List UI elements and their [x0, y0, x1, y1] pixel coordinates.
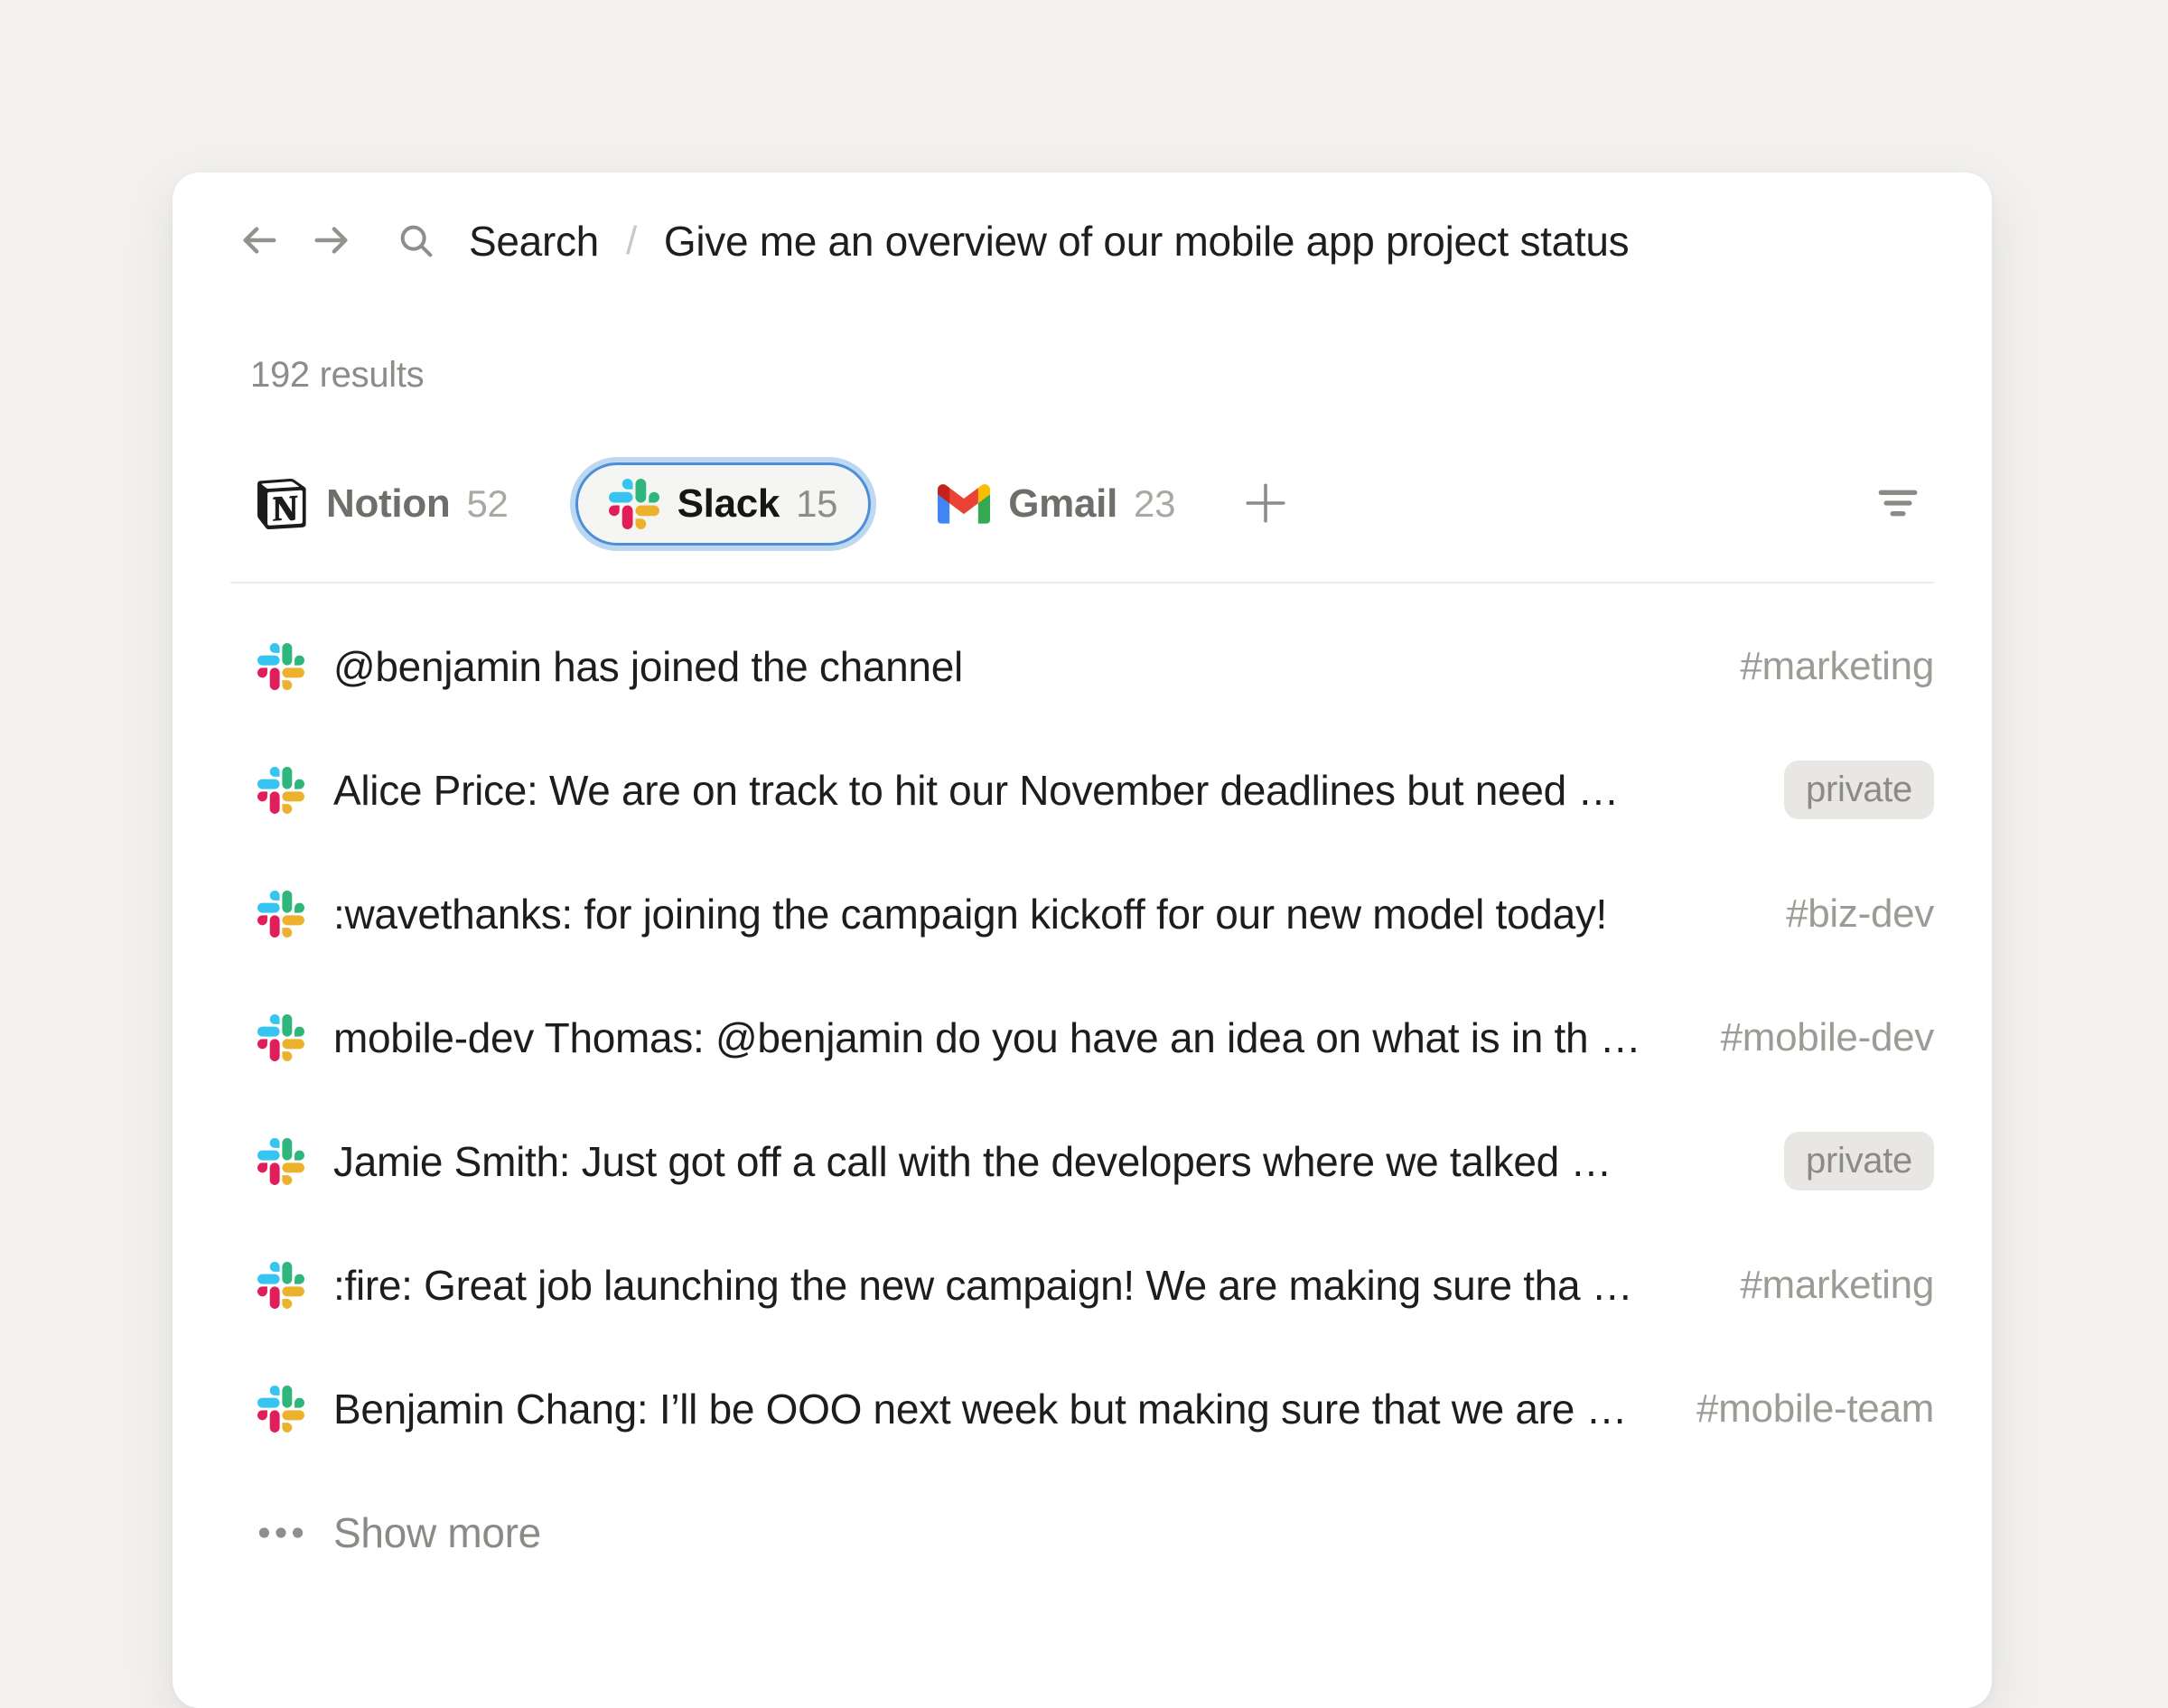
show-more-label: Show more [333, 1508, 541, 1557]
back-button[interactable] [236, 218, 283, 265]
channel-tag: #mobile-dev [1721, 1015, 1934, 1060]
slack-icon [257, 1386, 304, 1433]
tab-label: Gmail [1008, 481, 1117, 527]
search-query[interactable]: Give me an overview of our mobile app pr… [664, 217, 1629, 266]
search-bar: Search / Give me an overview of our mobi… [230, 212, 1934, 270]
tab-count: 23 [1134, 482, 1175, 526]
private-badge: private [1784, 761, 1934, 819]
result-text: Jamie Smith: Just got off a call with th… [333, 1137, 1748, 1186]
result-text: Alice Price: We are on track to hit our … [333, 766, 1748, 815]
tab-count: 52 [466, 482, 508, 526]
result-text: :wavethanks: for joining the campaign ki… [333, 890, 1750, 938]
slack-icon [257, 767, 304, 814]
channel-tag: #mobile-team [1696, 1386, 1934, 1432]
result-row[interactable]: :wavethanks: for joining the campaign ki… [257, 852, 1934, 975]
slack-icon [257, 1014, 304, 1061]
result-row[interactable]: Alice Price: We are on track to hit our … [257, 728, 1934, 852]
slack-icon [609, 479, 659, 529]
arrow-left-icon [238, 219, 280, 264]
result-row[interactable]: Jamie Smith: Just got off a call with th… [257, 1099, 1934, 1223]
tab-notion[interactable]: Notion 52 [257, 462, 509, 546]
slack-icon [257, 1262, 304, 1309]
show-more-button[interactable]: Show more [257, 1470, 1934, 1594]
source-tabs: Notion 52 Slack 15 Gmail 23 [257, 462, 1175, 546]
result-text: mobile-dev Thomas: @benjamin do you have… [333, 1013, 1685, 1062]
arrow-right-icon [311, 219, 352, 264]
tab-slack[interactable]: Slack 15 [575, 462, 872, 546]
channel-tag: #biz-dev [1786, 891, 1934, 937]
search-window: Search / Give me an overview of our mobi… [173, 173, 1992, 1708]
gmail-icon [938, 484, 990, 524]
add-source-button[interactable] [1240, 479, 1291, 529]
results-count: 192 results [250, 353, 1934, 397]
result-text: @benjamin has joined the channel [333, 642, 1704, 691]
slack-icon [257, 1138, 304, 1185]
result-row[interactable]: @benjamin has joined the channel #market… [257, 604, 1934, 728]
breadcrumb-separator: / [626, 219, 637, 264]
plus-icon [1243, 481, 1288, 528]
channel-tag: #marketing [1740, 1263, 1934, 1308]
tab-gmail[interactable]: Gmail 23 [938, 462, 1175, 546]
tab-label: Slack [678, 481, 780, 527]
filter-lines-icon [1873, 478, 1923, 531]
search-icon [395, 219, 438, 263]
slack-icon [257, 643, 304, 690]
tabs-row: Notion 52 Slack 15 Gmail 23 [257, 459, 1934, 549]
channel-tag: #marketing [1740, 644, 1934, 689]
result-text: Benjamin Chang: I’ll be OOO next week bu… [333, 1385, 1660, 1433]
results-list: @benjamin has joined the channel #market… [230, 604, 1934, 1470]
ellipsis-icon [257, 1509, 304, 1556]
result-row[interactable]: :fire: Great job launching the new campa… [257, 1223, 1934, 1347]
result-row[interactable]: Benjamin Chang: I’ll be OOO next week bu… [257, 1347, 1934, 1470]
notion-icon [257, 479, 308, 529]
private-badge: private [1784, 1132, 1934, 1190]
tab-label: Notion [326, 481, 450, 527]
divider [230, 582, 1934, 583]
slack-icon [257, 891, 304, 938]
tab-count: 15 [796, 482, 837, 526]
search-label: Search [469, 217, 599, 266]
result-row[interactable]: mobile-dev Thomas: @benjamin do you have… [257, 975, 1934, 1099]
result-text: :fire: Great job launching the new campa… [333, 1261, 1704, 1310]
filter-button[interactable] [1871, 477, 1925, 531]
forward-button[interactable] [308, 218, 355, 265]
